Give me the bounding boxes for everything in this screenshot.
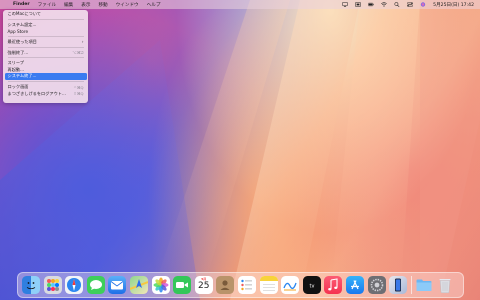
siri-icon[interactable] xyxy=(420,2,426,7)
menu-help[interactable]: ヘルプ xyxy=(147,2,161,8)
facetime-icon[interactable] xyxy=(173,276,192,294)
menu-finder[interactable]: Finder xyxy=(13,2,30,7)
tv-icon[interactable]: tv xyxy=(302,276,321,294)
freeform-icon[interactable] xyxy=(281,276,300,294)
menu-edit[interactable]: 編集 xyxy=(64,2,73,8)
trash-icon[interactable] xyxy=(436,276,454,294)
shortcut-label: ⇧⌘Q xyxy=(73,91,84,97)
menu-view[interactable]: 表示 xyxy=(81,2,90,8)
dock: 5月 25 tv xyxy=(17,272,464,298)
finder-icon[interactable] xyxy=(22,276,40,294)
mail-icon[interactable] xyxy=(108,276,127,294)
menu-item-about-this-mac[interactable]: このMacについて xyxy=(5,11,87,18)
menu-item-system-settings[interactable]: システム設定... xyxy=(5,22,87,29)
calendar-icon[interactable]: 5月 25 xyxy=(194,276,213,294)
menu-item-lock-screen[interactable]: ロック画面 ^⌘Q xyxy=(5,84,87,91)
menu-item-sleep[interactable]: スリープ xyxy=(5,60,87,67)
menu-item-recent-items[interactable]: 最近使った項目 › xyxy=(5,39,87,46)
display-icon[interactable] xyxy=(355,2,362,7)
menu-separator xyxy=(7,81,84,83)
menu-separator xyxy=(7,57,84,59)
reminders-icon[interactable] xyxy=(237,276,256,294)
apple-menu: このMacについて システム設定... App Store 最近使った項目 › 強… xyxy=(3,9,88,103)
menu-go[interactable]: 移動 xyxy=(98,2,107,8)
menu-window[interactable]: ウインドウ xyxy=(116,2,139,8)
safari-icon[interactable] xyxy=(65,276,84,294)
iphone-mirroring-icon[interactable] xyxy=(389,276,408,294)
chevron-right-icon: › xyxy=(81,39,84,45)
downloads-folder-icon[interactable] xyxy=(415,276,433,294)
screen-mirroring-icon[interactable] xyxy=(342,2,349,7)
system-settings-icon[interactable] xyxy=(367,276,386,294)
menu-bar: Finder ファイル 編集 表示 移動 ウインドウ ヘルプ 5月25日(日) … xyxy=(0,0,480,9)
control-center-icon[interactable] xyxy=(407,2,414,7)
menu-separator xyxy=(7,36,84,38)
photos-icon[interactable] xyxy=(151,276,170,294)
launchpad-icon[interactable] xyxy=(43,276,62,294)
menu-separator xyxy=(7,46,84,48)
menu-separator xyxy=(7,19,84,21)
shortcut-label: ^⌘Q xyxy=(73,84,84,90)
contacts-icon[interactable] xyxy=(216,276,235,294)
menu-file[interactable]: ファイル xyxy=(38,2,56,8)
svg-text:tv: tv xyxy=(309,284,314,290)
menu-bar-extras: 5月25日(日) 17:42 xyxy=(342,2,474,8)
search-icon[interactable] xyxy=(394,2,400,7)
maps-icon[interactable] xyxy=(129,276,148,294)
menu-item-app-store[interactable]: App Store xyxy=(5,28,87,35)
menu-item-log-out[interactable]: まつざきしげるをログアウト... ⇧⌘Q xyxy=(5,90,87,97)
notes-icon[interactable] xyxy=(259,276,278,294)
messages-icon[interactable] xyxy=(86,276,105,294)
music-icon[interactable] xyxy=(324,276,343,294)
dock-divider xyxy=(410,276,412,294)
app-store-icon[interactable] xyxy=(345,276,364,294)
wifi-icon[interactable] xyxy=(381,2,388,7)
shortcut-label: ⌥⌘⎋ xyxy=(72,50,84,56)
battery-icon[interactable] xyxy=(368,2,374,7)
menu-clock[interactable]: 5月25日(日) 17:42 xyxy=(433,2,474,8)
menu-item-force-quit[interactable]: 強制終了... ⌥⌘⎋ xyxy=(5,49,87,56)
menu-item-shut-down[interactable]: システム終了... xyxy=(4,73,87,80)
